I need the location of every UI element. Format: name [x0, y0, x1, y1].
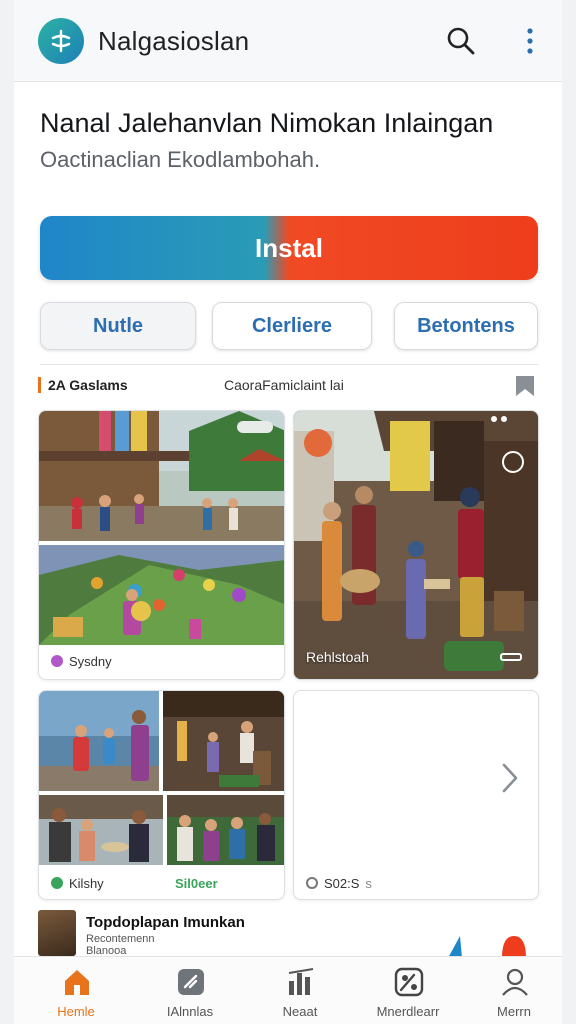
page-title: Nanal Jalehanvlan Nimokan Inlaingan	[40, 108, 494, 138]
profile-icon	[502, 968, 528, 996]
filter-chip-clerliere[interactable]: Clerliere	[212, 302, 372, 350]
home-icon	[65, 970, 89, 995]
chip-label: Clerliere	[251, 314, 333, 337]
recent-thumbnail	[38, 910, 76, 956]
app-logo-icon	[38, 18, 84, 64]
chevron-right-icon	[502, 763, 518, 793]
nav-item-gallery[interactable]: Mnerdlearr	[360, 957, 456, 1024]
filter-chip-nutle[interactable]: Nutle	[40, 302, 196, 350]
share-icon	[448, 936, 462, 958]
section-header: 2A Gaslams CaoraFamiclaint lai	[38, 374, 538, 398]
share-shortcut-button[interactable]	[444, 934, 474, 958]
nav-label: Neaat	[282, 1004, 318, 1019]
chart-icon	[288, 968, 314, 995]
recent-title: Topdoplapan Imunkan	[86, 914, 245, 931]
gallery-card-collage[interactable]: Kilshy Sil0eer	[38, 690, 285, 900]
more-options-button[interactable]	[518, 22, 542, 60]
next-button[interactable]	[498, 761, 522, 795]
gallery-card-featured[interactable]: Rehlstoah	[293, 410, 539, 680]
section-accent-bar	[38, 377, 41, 393]
hillside-festival-photo	[39, 545, 284, 645]
card-suffix: s	[365, 875, 372, 891]
riverside-kids-photo	[39, 691, 159, 791]
chip-label: Betontens	[417, 314, 515, 337]
favorite-badge-icon[interactable]	[502, 451, 524, 473]
more-vert-icon	[527, 28, 533, 54]
page-subtitle: Oactinaclian Ekodlambohah.	[40, 147, 321, 172]
gallery-icon	[394, 967, 424, 997]
divider	[40, 364, 538, 365]
village-street-photo	[39, 411, 284, 541]
status-ring-icon	[306, 877, 318, 889]
street-vendors-photo	[39, 795, 163, 865]
nav-label: IAlnnlas	[166, 1004, 214, 1019]
gallery-card-empty[interactable]: S02:S s	[293, 690, 539, 900]
nav-item-stats[interactable]: Neaat	[252, 957, 348, 1024]
install-button-label: Instal	[255, 232, 323, 263]
card-label: Sysdny	[69, 653, 112, 669]
search-button[interactable]	[442, 22, 480, 60]
battery-indicator-icon	[500, 653, 522, 661]
top-app-bar: Nalgasioslan	[14, 0, 562, 82]
search-icon	[447, 27, 475, 55]
section-caption: CaoraFamiclaint lai	[224, 377, 344, 393]
chip-label: Nutle	[93, 314, 143, 337]
nav-label: Merrn	[497, 1004, 531, 1019]
card-overlay-label: Rehlstoah	[306, 649, 370, 665]
porch-gathering-photo	[167, 795, 284, 865]
bottom-navigation: Hemle IAlnnlas Neaat Mnerdlearr Merrn	[14, 956, 562, 1024]
bookmark-button[interactable]	[514, 374, 536, 398]
nav-item-home[interactable]: Hemle	[28, 957, 124, 1024]
card-footer: S02:S s	[294, 869, 538, 897]
category-dot-icon	[51, 655, 63, 667]
apps-icon	[178, 969, 204, 995]
filter-chip-betontens[interactable]: Betontens	[394, 302, 538, 350]
category-dot-icon	[51, 877, 63, 889]
card-label: S02:S	[324, 875, 360, 891]
nav-label: Hemle	[57, 1004, 95, 1019]
gallery-card[interactable]: Sysdny	[38, 410, 285, 680]
card-footer: Sysdny	[39, 647, 284, 675]
record-shortcut-button[interactable]	[498, 932, 528, 958]
nav-item-profile[interactable]: Merrn	[466, 957, 562, 1024]
card-label: Kilshy	[69, 875, 104, 891]
nav-label: Mnerdlearr	[376, 1004, 440, 1019]
record-icon	[502, 936, 526, 958]
install-button[interactable]: Instal	[40, 216, 538, 280]
recent-subtitle: Recontemenn	[86, 933, 155, 945]
card-meta-label: Sil0eer	[175, 875, 218, 891]
porch-women-photo	[163, 691, 284, 791]
app-screen: Nalgasioslan Nanal Jalehanvlan Nimokan I…	[14, 0, 562, 1024]
app-name: Nalgasioslan	[98, 26, 250, 56]
nav-item-apps[interactable]: IAlnnlas	[142, 957, 238, 1024]
section-title: 2A Gaslams	[48, 377, 128, 393]
card-footer: Kilshy Sil0eer	[39, 869, 284, 897]
bookmark-icon	[516, 376, 534, 396]
villagers-market-photo	[294, 411, 538, 679]
